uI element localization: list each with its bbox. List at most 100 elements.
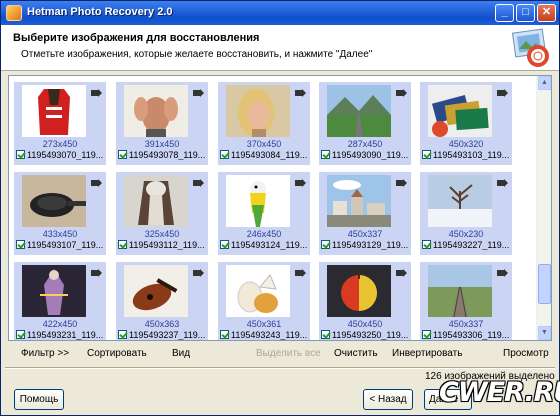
thumbnail-image[interactable] [327, 175, 391, 227]
invert-button[interactable]: Инвертировать [392, 348, 462, 359]
select-checkbox[interactable] [16, 330, 25, 339]
divider [5, 367, 555, 369]
select-checkbox[interactable] [16, 150, 25, 159]
close-button[interactable]: ✕ [537, 4, 556, 22]
image-tile[interactable]: 325x450 1195493112_119... [116, 172, 208, 255]
image-filename: 1195493124_119... [220, 240, 310, 250]
watermark-logo: CWER.RU [439, 377, 560, 408]
image-filename: 1195493227_119... [422, 240, 512, 250]
select-checkbox[interactable] [118, 240, 127, 249]
wizard-header: Выберите изображения для восстановления … [1, 25, 559, 71]
select-checkbox[interactable] [118, 330, 127, 339]
photo-recovery-logo-icon [511, 28, 549, 67]
image-dimensions: 450x230 [448, 229, 484, 239]
sort-button[interactable]: Сортировать [87, 348, 147, 359]
image-filename: 1195493243_119... [220, 330, 310, 340]
image-dimensions: 325x450 [144, 229, 180, 239]
thumbnail-image[interactable] [327, 85, 391, 137]
image-tile[interactable]: 370x450 1195493084_119... [218, 82, 310, 165]
thumbnail-image[interactable] [428, 175, 492, 227]
select-checkbox[interactable] [118, 150, 127, 159]
recoverable-status-icon [193, 89, 204, 97]
recoverable-status-icon [497, 179, 508, 187]
scrollbar-thumb[interactable] [538, 264, 551, 304]
preview-button[interactable]: Просмотр [503, 348, 549, 359]
image-tile[interactable]: 273x450 1195493070_119... [14, 82, 106, 165]
image-tile[interactable]: 450x361 1195493243_119... [218, 262, 310, 340]
thumbnail-image[interactable] [428, 85, 492, 137]
select-checkbox[interactable] [422, 150, 431, 159]
image-tile[interactable]: 450x450 1195493250_119... [319, 262, 411, 340]
page-title: Выберите изображения для восстановления [13, 32, 260, 44]
recoverable-status-icon [396, 89, 407, 97]
recoverable-status-icon [193, 179, 204, 187]
thumbnail-image[interactable] [226, 175, 290, 227]
image-filename: 1195493250_119... [321, 330, 411, 340]
image-tile[interactable]: 450x337 1195493129_119... [319, 172, 411, 255]
view-button[interactable]: Вид [172, 348, 190, 359]
image-dimensions: 450x337 [347, 229, 383, 239]
thumbnail-image[interactable] [124, 265, 188, 317]
title-bar[interactable]: Hetman Photo Recovery 2.0 _ □ ✕ [1, 1, 559, 25]
select-checkbox[interactable] [422, 240, 431, 249]
image-filename: 1195493129_119... [321, 240, 411, 250]
select-checkbox[interactable] [321, 150, 330, 159]
app-icon [6, 5, 22, 21]
select-checkbox[interactable] [321, 330, 330, 339]
recoverable-status-icon [396, 179, 407, 187]
select-checkbox[interactable] [422, 330, 431, 339]
recoverable-status-icon [497, 89, 508, 97]
thumbnail-image[interactable] [428, 265, 492, 317]
recoverable-status-icon [295, 179, 306, 187]
scroll-up-icon[interactable]: ▲ [538, 76, 551, 90]
select-checkbox[interactable] [321, 240, 330, 249]
page-subtitle: Отметьте изображения, которые желаете во… [21, 49, 373, 60]
image-filename: 1195493070_119... [16, 150, 106, 160]
back-button[interactable]: < Назад [363, 389, 413, 410]
thumbnail-image[interactable] [22, 85, 86, 137]
select-all-button[interactable]: Выделить все [256, 348, 321, 359]
thumbnail-image[interactable] [124, 85, 188, 137]
scroll-down-icon[interactable]: ▼ [538, 326, 551, 340]
image-dimensions: 450x450 [347, 319, 383, 329]
recoverable-status-icon [91, 269, 102, 277]
image-tile[interactable]: 391x450 1195493078_119... [116, 82, 208, 165]
image-dimensions: 450x361 [246, 319, 282, 329]
image-dimensions: 433x450 [42, 229, 78, 239]
select-checkbox[interactable] [16, 240, 25, 249]
window-title: Hetman Photo Recovery 2.0 [27, 6, 173, 18]
thumbnail-image[interactable] [226, 265, 290, 317]
image-filename: 1195493112_119... [118, 240, 208, 250]
image-filename: 1195493090_119... [321, 150, 411, 160]
select-checkbox[interactable] [220, 330, 229, 339]
select-checkbox[interactable] [220, 150, 229, 159]
recoverable-status-icon [295, 269, 306, 277]
image-tile[interactable]: 450x320 1195493103_119... [420, 82, 512, 165]
recoverable-status-icon [497, 269, 508, 277]
thumbnail-image[interactable] [327, 265, 391, 317]
minimize-button[interactable]: _ [495, 4, 514, 22]
recoverable-status-icon [91, 89, 102, 97]
clear-button[interactable]: Очистить [334, 348, 378, 359]
image-tile[interactable]: 246x450 1195493124_119... [218, 172, 310, 255]
maximize-button[interactable]: □ [516, 4, 535, 22]
image-gallery[interactable]: 273x450 1195493070_119... 391x450 119549307… [8, 75, 552, 341]
app-window: Hetman Photo Recovery 2.0 _ □ ✕ Выберите… [0, 0, 560, 416]
image-tile[interactable]: 450x337 1195493306_119... [420, 262, 512, 340]
image-tile[interactable]: 450x230 1195493227_119... [420, 172, 512, 255]
select-checkbox[interactable] [220, 240, 229, 249]
thumbnail-image[interactable] [226, 85, 290, 137]
vertical-scrollbar[interactable]: ▲ ▼ [536, 76, 551, 340]
thumbnail-image[interactable] [22, 175, 86, 227]
thumbnail-image[interactable] [124, 175, 188, 227]
filter-button[interactable]: Фильтр >> [21, 348, 69, 359]
image-tile[interactable]: 450x363 1195493237_119... [116, 262, 208, 340]
image-tile[interactable]: 422x450 1195493231_119... [14, 262, 106, 340]
image-dimensions: 450x337 [448, 319, 484, 329]
image-tile[interactable]: 433x450 1195493107_119... [14, 172, 106, 255]
thumbnail-image[interactable] [22, 265, 86, 317]
image-tile[interactable]: 287x450 1195493090_119... [319, 82, 411, 165]
help-button[interactable]: Помощь [14, 389, 64, 410]
image-dimensions: 273x450 [42, 139, 78, 149]
recoverable-status-icon [193, 269, 204, 277]
